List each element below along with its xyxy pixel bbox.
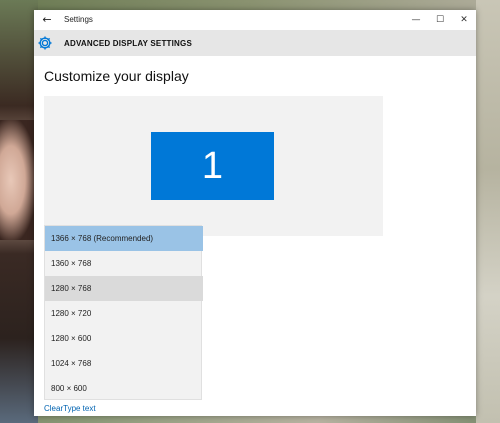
desktop-background-top	[0, 0, 500, 10]
minimize-button[interactable]: —	[405, 12, 427, 28]
back-arrow-icon[interactable]: ←	[40, 13, 54, 27]
settings-window: ← Settings — ☐ ✕ ADVANCED DISPLAY SETTIN…	[34, 10, 476, 416]
page-header: ADVANCED DISPLAY SETTINGS	[34, 30, 476, 56]
resolution-option[interactable]: 1280 × 600	[45, 326, 203, 351]
window-title: Settings	[64, 15, 93, 24]
section-title: Customize your display	[44, 68, 189, 84]
gear-icon	[38, 36, 52, 50]
resolution-option[interactable]: 1280 × 768	[45, 276, 203, 301]
cleartype-text-link[interactable]: ClearType text	[44, 404, 96, 413]
desktop-wallpaper-photo	[0, 120, 36, 240]
display-arrangement-area: 1	[44, 96, 383, 236]
resolution-option[interactable]: 1366 × 768 (Recommended)	[45, 226, 203, 251]
desktop-background-right	[476, 0, 500, 423]
page-title: ADVANCED DISPLAY SETTINGS	[64, 39, 192, 48]
close-button[interactable]: ✕	[453, 12, 475, 28]
resolution-option[interactable]: 1360 × 768	[45, 251, 203, 276]
resolution-option[interactable]: 1280 × 720	[45, 301, 203, 326]
resolution-option[interactable]: 1024 × 768	[45, 351, 203, 376]
title-bar: ← Settings — ☐ ✕	[34, 10, 476, 30]
resolution-option[interactable]: 800 × 600	[45, 376, 203, 401]
resolution-dropdown-list: 1366 × 768 (Recommended) 1360 × 768 1280…	[44, 225, 203, 401]
maximize-button[interactable]: ☐	[429, 12, 451, 28]
monitor-tile[interactable]: 1	[151, 132, 274, 200]
